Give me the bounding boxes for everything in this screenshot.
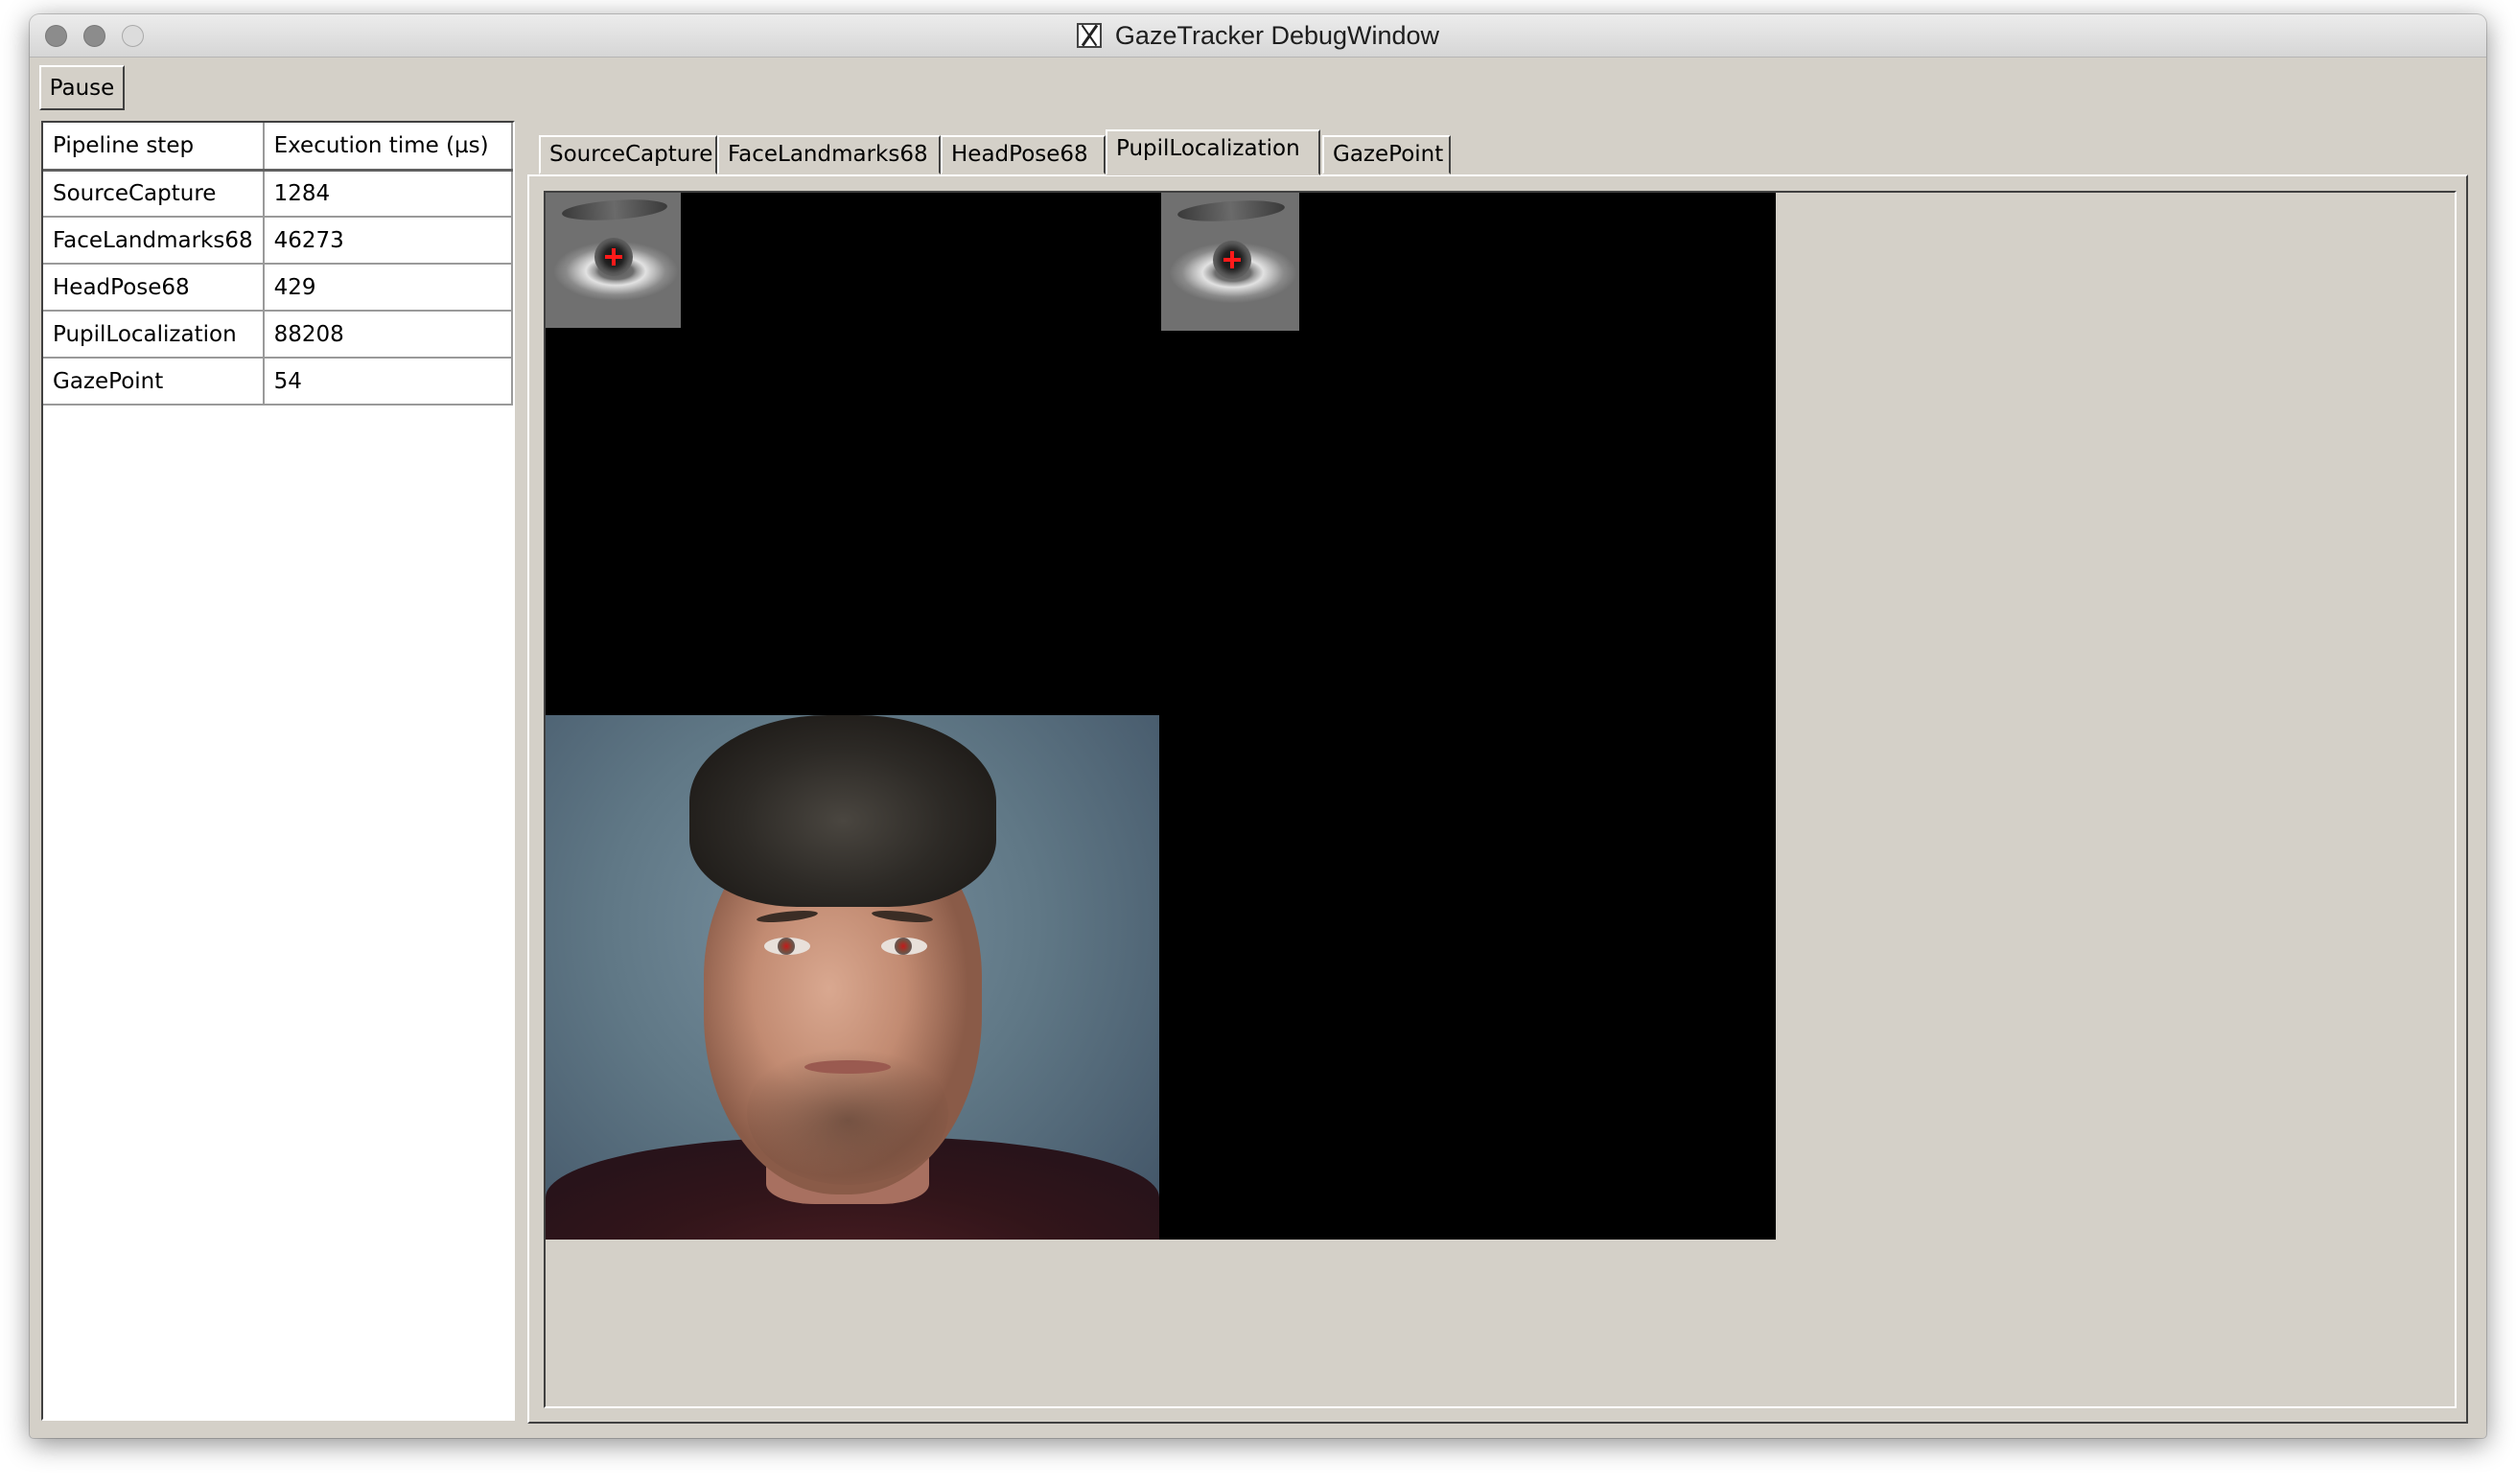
- table-cell-time[interactable]: 88208: [263, 311, 513, 359]
- window-title: GazeTracker DebugWindow: [1114, 20, 1440, 50]
- table-cell-time[interactable]: 1284: [263, 170, 513, 218]
- table-cell-step[interactable]: PupilLocalization: [43, 311, 265, 359]
- tab-source-capture[interactable]: SourceCapture: [539, 135, 717, 174]
- table-row[interactable]: SourceCapture 1284: [43, 170, 513, 218]
- table-row[interactable]: PupilLocalization 88208: [43, 311, 513, 359]
- x11-icon: [1076, 23, 1102, 48]
- table-header-row: Pipeline step Execution time (µs): [43, 123, 513, 172]
- debug-view-frame: [544, 191, 2457, 1408]
- right-eye-crop-image: [546, 193, 681, 328]
- table-cell-step[interactable]: GazePoint: [43, 358, 265, 406]
- table-cell-step[interactable]: FaceLandmarks68: [43, 217, 265, 265]
- table-row[interactable]: GazePoint 54: [43, 358, 513, 406]
- table-row[interactable]: FaceLandmarks68 46273: [43, 217, 513, 265]
- pupil-marker-icon: [1223, 251, 1241, 268]
- title-wrap: GazeTracker DebugWindow: [30, 14, 2486, 57]
- title-bar[interactable]: GazeTracker DebugWindow: [30, 14, 2486, 58]
- pipeline-table: Pipeline step Execution time (µs) Source…: [43, 123, 513, 406]
- table-row[interactable]: HeadPose68 429: [43, 264, 513, 312]
- tab-gaze-point[interactable]: GazePoint: [1322, 135, 1451, 174]
- table-cell-step[interactable]: HeadPose68: [43, 264, 265, 312]
- table-cell-time[interactable]: 46273: [263, 217, 513, 265]
- tab-face-landmarks68[interactable]: FaceLandmarks68: [717, 135, 941, 174]
- table-cell-time[interactable]: 429: [263, 264, 513, 312]
- column-header-execution-time[interactable]: Execution time (µs): [263, 123, 513, 172]
- column-header-pipeline-step[interactable]: Pipeline step: [43, 123, 265, 172]
- tab-content-panel: [527, 174, 2468, 1424]
- face-image: [546, 715, 1159, 1240]
- debug-canvas: [546, 193, 1776, 1240]
- pause-button[interactable]: Pause: [39, 65, 125, 110]
- debug-window: GazeTracker DebugWindow Pause Pipeline s…: [30, 14, 2486, 1438]
- table-cell-step[interactable]: SourceCapture: [43, 170, 265, 218]
- tab-head-pose68[interactable]: HeadPose68: [941, 135, 1106, 174]
- left-eye-crop-image: [1161, 193, 1299, 331]
- tab-pupil-localization[interactable]: PupilLocalization: [1106, 129, 1320, 175]
- table-cell-time[interactable]: 54: [263, 358, 513, 406]
- pipeline-table-panel[interactable]: Pipeline step Execution time (µs) Source…: [41, 121, 515, 1421]
- pupil-marker-icon: [605, 248, 622, 266]
